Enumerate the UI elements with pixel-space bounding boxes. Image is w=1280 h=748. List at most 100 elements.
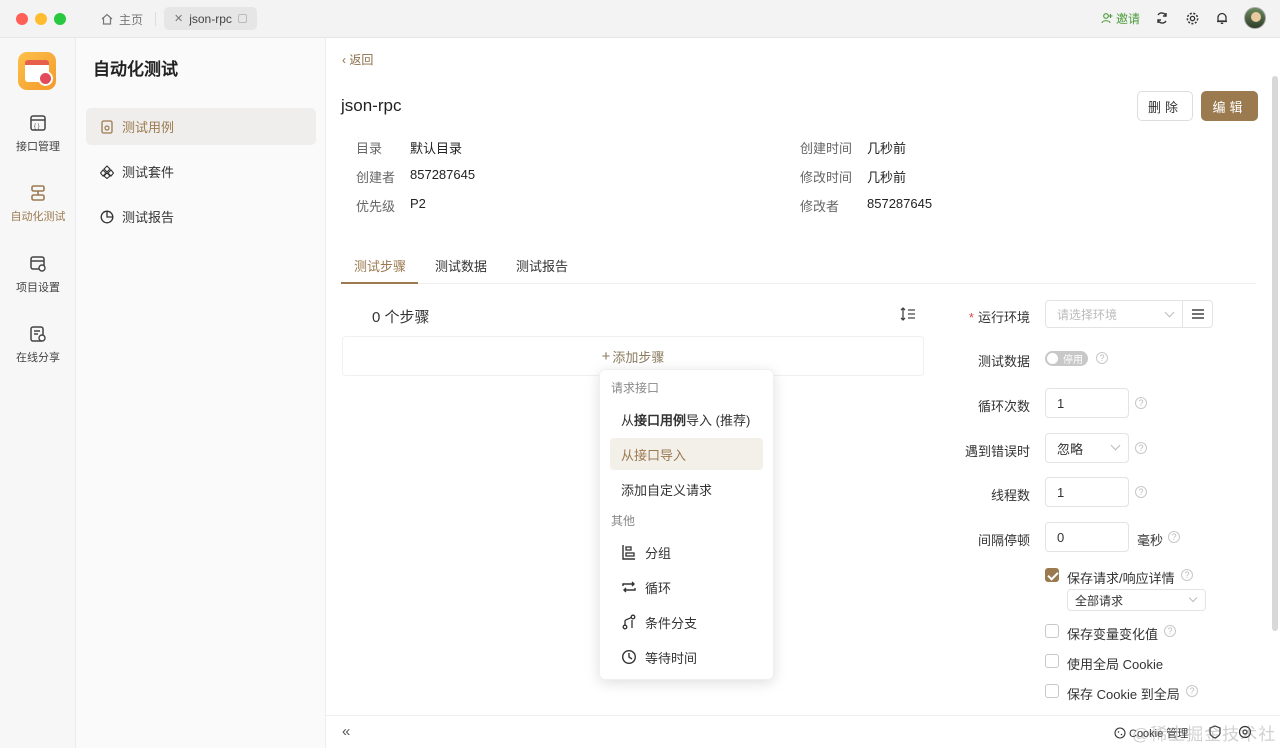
on-error-select[interactable]: 忽略 (1045, 433, 1129, 463)
test-data-label: 测试数据 (977, 354, 1030, 369)
tab-divider (155, 12, 156, 26)
branch-icon (622, 614, 636, 630)
maximize-window-button[interactable] (54, 13, 66, 25)
rail-item-api[interactable]: { } 接口管理 (0, 114, 76, 154)
close-tab-icon[interactable]: ✕ (174, 12, 183, 25)
help-icon[interactable]: ? (1135, 397, 1147, 409)
help-icon[interactable]: ? (1096, 352, 1108, 364)
invite-button[interactable]: 邀请 (1101, 10, 1140, 27)
help-icon[interactable]: ? (1164, 625, 1176, 637)
tab-test-data[interactable]: 测试数据 (435, 256, 487, 275)
save-details-select-value: 全部请求 (1075, 593, 1124, 608)
menu-item-loop[interactable]: 循环 (610, 571, 763, 603)
help-icon[interactable]: ? (1135, 486, 1147, 498)
top-right-actions: 邀请 (1101, 7, 1266, 29)
edit-button[interactable]: 编辑 (1201, 91, 1258, 121)
sidebar-item-label: 测试套件 (122, 165, 175, 180)
menu-item-custom-request[interactable]: 添加自定义请求 (610, 473, 763, 505)
back-link[interactable]: ‹ 返回 (342, 51, 373, 68)
menu-item-branch[interactable]: 条件分支 (610, 606, 763, 638)
sync-icon[interactable] (1154, 10, 1170, 26)
env-select[interactable]: 请选择环境 (1045, 300, 1183, 328)
left-rail: { } 接口管理 自动化测试 项目设置 在线分享 (0, 38, 76, 748)
copy-icon[interactable] (237, 14, 247, 23)
save-details-label: 保存请求/响应详情 (1067, 571, 1175, 586)
add-user-icon (1101, 13, 1113, 24)
close-window-button[interactable] (16, 13, 28, 25)
help-icon[interactable]: ? (1168, 531, 1180, 543)
share-icon (30, 326, 46, 342)
detail-tabs: 测试步骤 测试数据 测试报告 (341, 248, 1256, 284)
global-cookie-label: 使用全局 Cookie (1067, 657, 1164, 672)
interval-label: 间隔停顿 (977, 533, 1030, 548)
menu-item-group[interactable]: 分组 (610, 536, 763, 568)
on-error-value: 忽略 (1057, 441, 1084, 457)
rail-item-project-settings[interactable]: 项目设置 (0, 255, 76, 295)
help-icon[interactable]: ? (1186, 685, 1198, 697)
sidebar-item-label: 测试用例 (122, 120, 175, 135)
meta-dir-value: 默认目录 (410, 141, 463, 156)
save-cookie-checkbox[interactable] (1045, 684, 1059, 698)
on-error-label: 遇到错误时 (964, 444, 1030, 459)
meta-modified-value: 几秒前 (867, 170, 907, 185)
tab-home[interactable]: 主页 (100, 8, 143, 30)
bell-icon[interactable] (1214, 10, 1230, 26)
minimize-window-button[interactable] (35, 13, 47, 25)
menu-group-other: 其他 (611, 514, 636, 528)
tab-json-rpc[interactable]: ✕ json-rpc (164, 7, 257, 30)
menu-item-wait-label: 等待时间 (645, 650, 698, 666)
sidebar-item-test-reports[interactable]: 测试报告 (86, 198, 316, 235)
save-vars-checkbox[interactable] (1045, 624, 1059, 638)
chevron-down-icon (1110, 440, 1121, 451)
loop-count-input[interactable]: 1 (1045, 388, 1129, 418)
api-icon: { } (30, 115, 46, 131)
tab-test-report[interactable]: 测试报告 (516, 256, 568, 275)
menu-item-wait[interactable]: 等待时间 (610, 641, 763, 673)
calendar-icon (25, 60, 53, 86)
rail-item-project-settings-label: 项目设置 (16, 282, 60, 294)
scrollbar[interactable] (1272, 76, 1278, 631)
save-details-checkbox[interactable] (1045, 568, 1059, 582)
sort-icon[interactable] (899, 306, 917, 322)
menu-item-import-from-api[interactable]: 从接口导入 (610, 438, 763, 470)
rail-item-automation[interactable]: 自动化测试 (0, 184, 76, 224)
page-title: json-rpc (341, 96, 402, 115)
menu-item-import-from-case[interactable]: 从接口用例导入 (推荐) (610, 403, 763, 435)
meta-modifier-value: 857287645 (867, 196, 933, 211)
test-data-toggle[interactable]: 停用 (1045, 351, 1088, 366)
env-manage-button[interactable] (1183, 300, 1213, 328)
meta-priority-value: P2 (410, 196, 426, 211)
threads-input[interactable]: 1 (1045, 477, 1129, 507)
sidebar-item-test-cases[interactable]: 测试用例 (86, 108, 316, 145)
plus-icon: + (601, 347, 611, 365)
help-icon[interactable]: ? (1181, 569, 1193, 581)
menu-group-request: 请求接口 (611, 381, 660, 395)
automation-icon (31, 185, 45, 201)
add-step-label: 添加步骤 (612, 349, 665, 365)
meta-created-value: 几秒前 (867, 141, 907, 156)
menu-item-loop-label: 循环 (645, 580, 672, 596)
loop-count-label: 循环次数 (977, 399, 1030, 414)
active-tab-indicator (341, 282, 418, 284)
avatar[interactable] (1244, 7, 1266, 29)
test-case-icon (101, 119, 113, 134)
rail-item-share[interactable]: 在线分享 (0, 325, 76, 365)
save-details-select[interactable]: 全部请求 (1067, 589, 1206, 611)
sidebar-item-test-suites[interactable]: 测试套件 (86, 153, 316, 190)
global-cookie-checkbox[interactable] (1045, 654, 1059, 668)
rail-item-automation-label: 自动化测试 (10, 211, 66, 223)
delete-button[interactable]: 删除 (1137, 91, 1193, 121)
gear-icon[interactable] (1184, 10, 1200, 26)
chevron-down-icon (1188, 593, 1198, 603)
interval-input[interactable]: 0 (1045, 522, 1129, 552)
back-label: 返回 (349, 53, 374, 67)
menu-item-branch-label: 条件分支 (645, 615, 698, 631)
collapse-sidebar-button[interactable]: « (342, 723, 350, 740)
rail-item-api-label: 接口管理 (16, 141, 60, 153)
threads-label: 线程数 (990, 488, 1030, 503)
save-cookie-label: 保存 Cookie 到全局 (1067, 687, 1180, 702)
help-icon[interactable]: ? (1135, 442, 1147, 454)
tab-test-steps[interactable]: 测试步骤 (354, 256, 406, 275)
save-vars-label: 保存变量变化值 (1067, 627, 1159, 642)
interval-unit: 毫秒 (1137, 533, 1164, 548)
